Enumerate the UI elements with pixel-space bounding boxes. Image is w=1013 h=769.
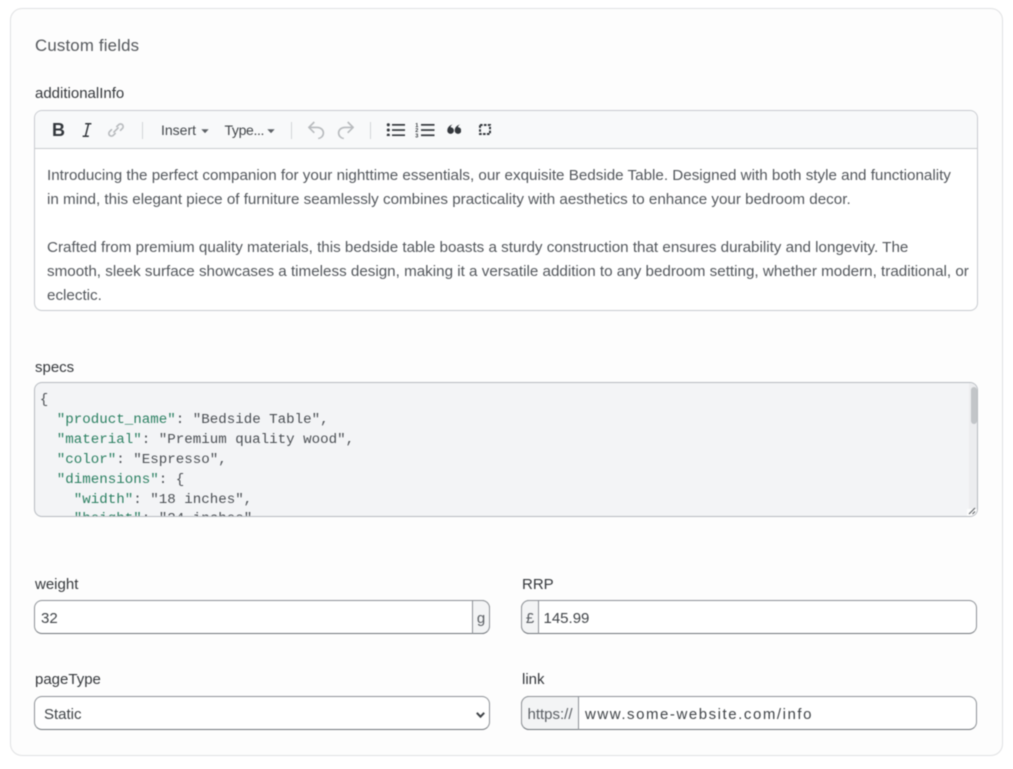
svg-text:3: 3 bbox=[415, 134, 418, 139]
